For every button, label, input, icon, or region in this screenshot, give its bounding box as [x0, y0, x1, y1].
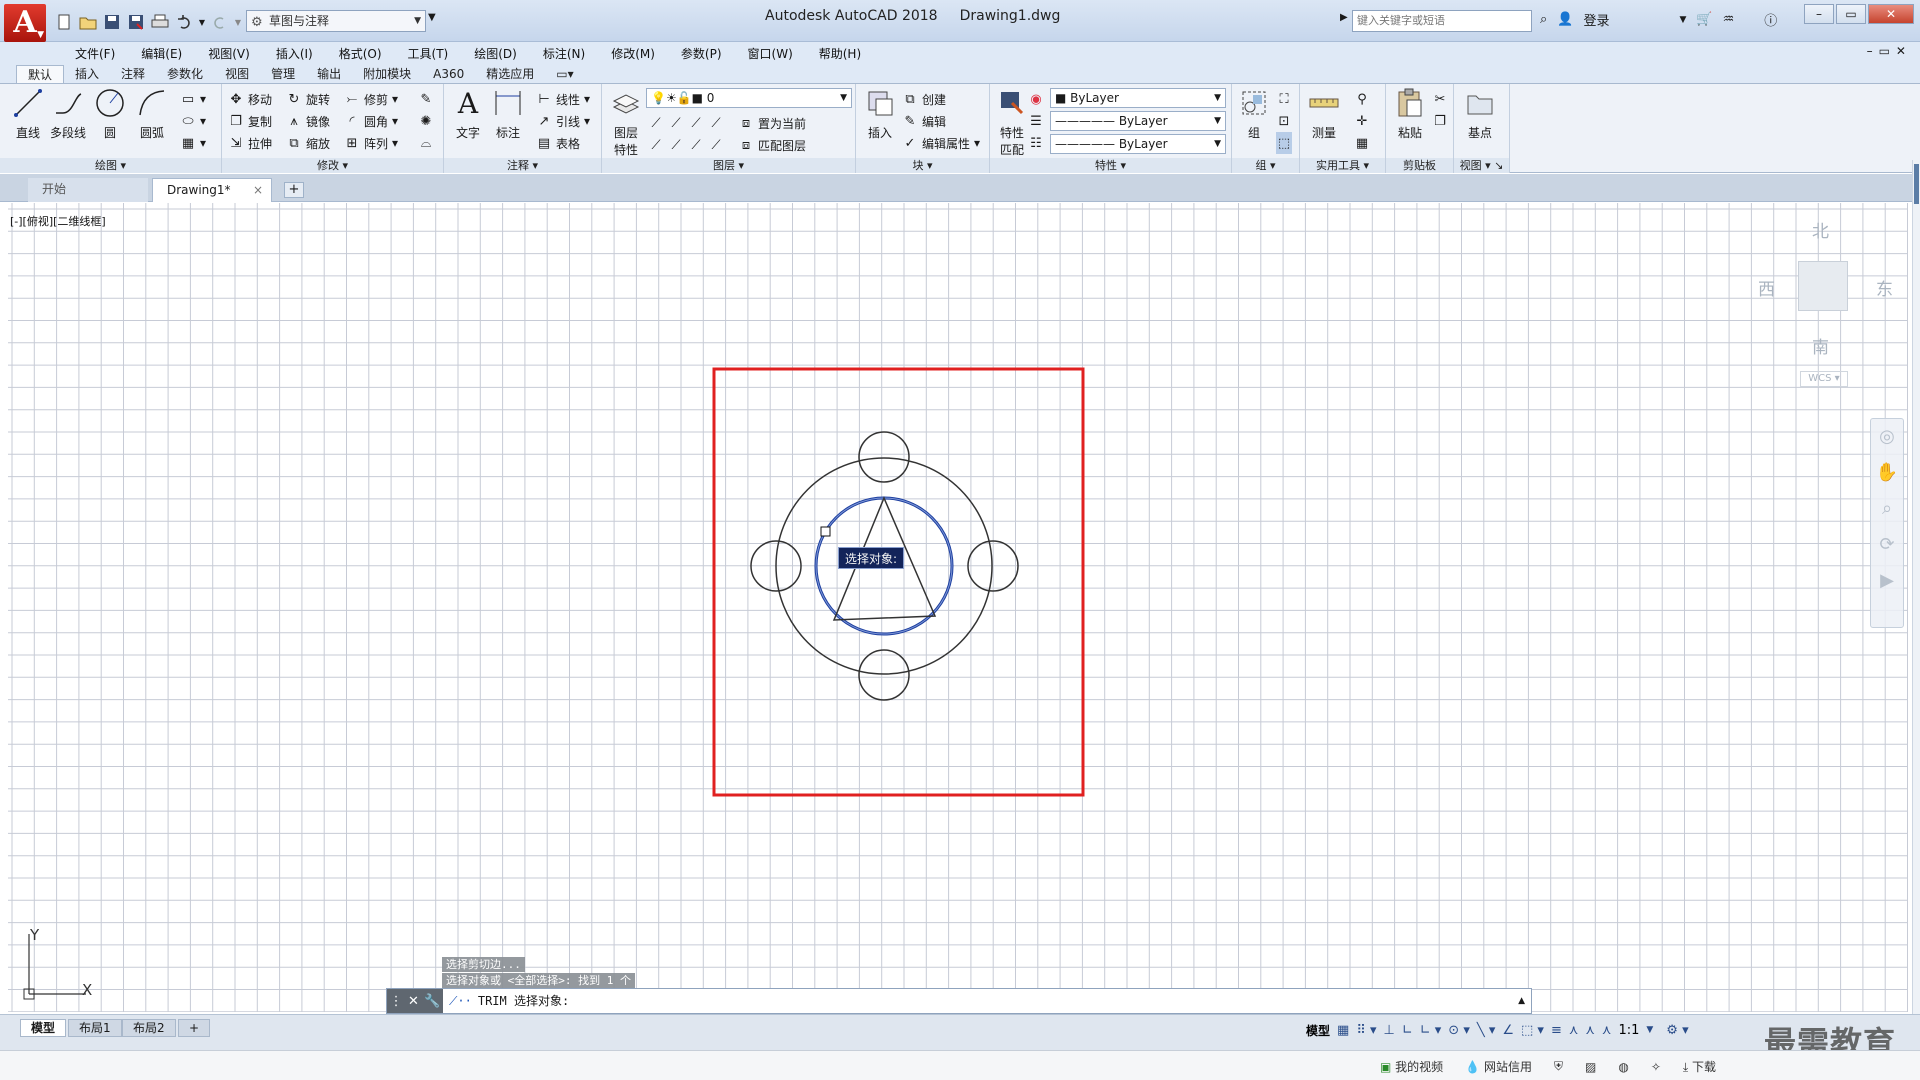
- viewcube-east[interactable]: 东: [1876, 275, 1893, 300]
- dynamic-input-icon[interactable]: ∟: [1402, 1023, 1413, 1038]
- grip-icon[interactable]: ⋮: [390, 994, 403, 1009]
- tab-layout1[interactable]: 布局1: [68, 1019, 122, 1037]
- model-space-toggle[interactable]: 模型: [1306, 1022, 1330, 1039]
- lineweight-status-icon[interactable]: ≡: [1551, 1023, 1562, 1038]
- command-line[interactable]: ⋮ ✕ 🔧 ⟋·· TRIM 选择对象: ▲: [386, 988, 1532, 1014]
- download-icon: ⤓: [1682, 1060, 1689, 1074]
- bottom-small-circle[interactable]: [858, 649, 910, 701]
- polar-tracking-icon[interactable]: ⊙ ▾: [1448, 1023, 1470, 1038]
- pickbox-cursor: [820, 526, 831, 537]
- command-line-tools: ⋮ ✕ 🔧: [387, 989, 443, 1013]
- isodraft-icon[interactable]: ⬚ ▾: [1521, 1023, 1544, 1038]
- command-prompt-icon: ⟋··: [449, 994, 472, 1008]
- download-button[interactable]: ⤓ 下载: [1683, 1058, 1716, 1075]
- viewport-controls[interactable]: [-][俯视][二维线框]: [10, 213, 106, 229]
- ortho-icon[interactable]: ∟ ▾: [1420, 1023, 1442, 1038]
- taskbar: ▣ 我的视频 💧 网站信用 ⛨ ▨ ◍ ✧ ⤓ 下载: [0, 1050, 1920, 1080]
- top-small-circle[interactable]: [858, 431, 910, 483]
- orbit-icon[interactable]: ⟳: [1871, 527, 1903, 563]
- image-icon[interactable]: ▨: [1585, 1060, 1596, 1074]
- snap-icon[interactable]: ⠿ ▾: [1356, 1023, 1376, 1038]
- showmotion-icon[interactable]: ▶: [1871, 563, 1903, 599]
- close-command-icon[interactable]: ✕: [408, 994, 419, 1009]
- tab-layout2[interactable]: 布局2: [122, 1019, 176, 1037]
- viewcube-north[interactable]: 北: [1812, 217, 1829, 242]
- shield-icon[interactable]: ⛨: [1554, 1059, 1563, 1074]
- osnap-tracking-icon[interactable]: ╲ ▾: [1477, 1023, 1495, 1038]
- video-icon: ▣: [1380, 1060, 1392, 1074]
- viewcube-face[interactable]: [1798, 261, 1848, 311]
- annotation-scale-icon[interactable]: ⋏: [1569, 1023, 1579, 1038]
- wcs-menu[interactable]: WCS ▾: [1800, 371, 1848, 387]
- navigation-bar: ◎ ✋ ⌕ ⟳ ▶: [1870, 418, 1904, 628]
- ucs-y-label: Y: [29, 926, 40, 944]
- my-videos-button[interactable]: ▣ 我的视频: [1380, 1058, 1443, 1075]
- scale-dropdown-icon[interactable]: ▼: [1646, 1025, 1653, 1035]
- right-small-circle[interactable]: [967, 540, 1019, 592]
- viewcube[interactable]: 北 西 东 南 WCS ▾: [1750, 215, 1900, 395]
- dynamic-input-tooltip: 选择对象:: [838, 547, 905, 569]
- object-snap-icon[interactable]: ∠: [1502, 1023, 1514, 1038]
- ucs-x-label: X: [82, 981, 92, 999]
- credit-button[interactable]: 💧 网站信用: [1465, 1058, 1532, 1075]
- steering-wheel-icon[interactable]: ◎: [1871, 419, 1903, 455]
- grid-icon[interactable]: ▦: [1337, 1023, 1349, 1038]
- vertical-scrollbar[interactable]: [1912, 160, 1920, 1040]
- clean-icon[interactable]: ✧: [1651, 1060, 1661, 1074]
- viewcube-south[interactable]: 南: [1812, 333, 1829, 358]
- command-input[interactable]: ⟋·· TRIM 选择对象:: [449, 989, 569, 1013]
- annotation-autoscale-icon[interactable]: ⋏: [1602, 1023, 1612, 1038]
- viewcube-west[interactable]: 西: [1758, 275, 1775, 300]
- command-history-line: 选择剪切边...: [442, 957, 525, 972]
- infer-constraints-icon[interactable]: ⊥: [1384, 1023, 1395, 1038]
- workspace-gear-icon[interactable]: ⚙ ▾: [1666, 1023, 1688, 1038]
- zoom-icon[interactable]: ⌕: [1871, 491, 1903, 527]
- drop-icon: 💧: [1465, 1060, 1481, 1074]
- add-layout-button[interactable]: +: [178, 1019, 211, 1037]
- command-history-line: 选择对象或 <全部选择>: 找到 1 个: [442, 973, 635, 988]
- drawing-geometry: Y X: [23, 367, 1085, 1000]
- tab-model[interactable]: 模型: [20, 1019, 67, 1037]
- taskbar-items: ▣ 我的视频 💧 网站信用 ⛨ ▨ ◍ ✧ ⤓ 下载: [1380, 1058, 1716, 1075]
- status-bar: 模型 ▦ ⠿ ▾ ⊥ ∟ ∟ ▾ ⊙ ▾ ╲ ▾ ∠ ⬚ ▾ ≡ ⋏ ⋏ ⋏ 1…: [1306, 1018, 1689, 1042]
- highlight-rectangle: [712, 367, 1085, 797]
- annotation-scale-select[interactable]: 1:1: [1618, 1023, 1639, 1038]
- customize-wrench-icon[interactable]: 🔧: [424, 994, 440, 1009]
- pan-icon[interactable]: ✋: [1871, 455, 1903, 491]
- command-history-toggle[interactable]: ▲: [1518, 989, 1525, 1013]
- globe-icon[interactable]: ◍: [1618, 1060, 1628, 1074]
- annotation-visibility-icon[interactable]: ⋏: [1585, 1023, 1595, 1038]
